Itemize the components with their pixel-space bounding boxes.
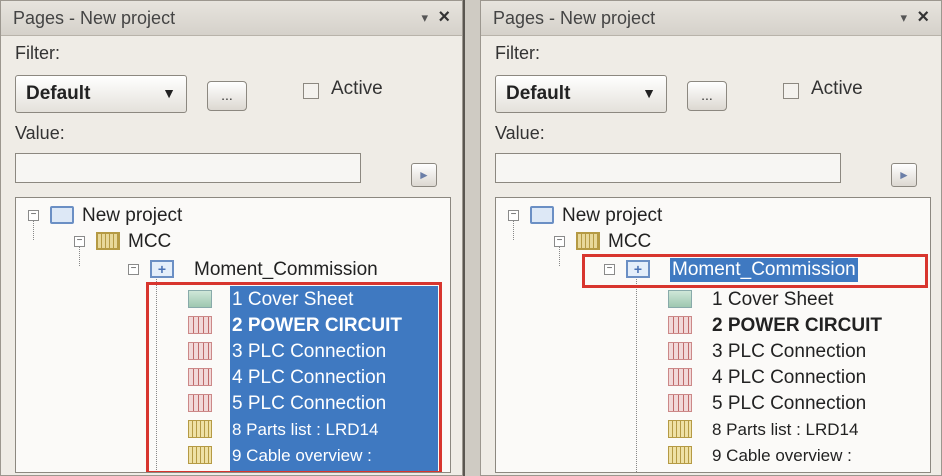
folder-icon [576, 232, 600, 250]
filter-select[interactable]: Default ▼ [495, 75, 667, 113]
pages-tree: − New project − MCC − + Moment_Commissio… [15, 197, 451, 473]
tree-node-folder[interactable]: − MCC [496, 230, 926, 256]
collapse-icon[interactable]: − [554, 236, 565, 247]
tree-node-label: MCC [128, 231, 172, 252]
active-checkbox[interactable] [783, 83, 799, 99]
folder-icon [96, 232, 120, 250]
pages-panel-right: Pages - New project ▾ × Filter: Default … [480, 0, 942, 476]
active-checkbox[interactable] [303, 83, 319, 99]
close-icon[interactable]: × [438, 6, 450, 29]
pin-dropdown-icon[interactable]: ▾ [421, 10, 428, 26]
filter-select-value: Default [26, 83, 91, 104]
value-label: Value: [495, 123, 545, 143]
panel-titlebar[interactable]: Pages - New project ▾ × [481, 1, 941, 36]
tree-node-label: MCC [608, 231, 652, 252]
collapse-icon[interactable]: − [128, 264, 139, 275]
panel-splitter[interactable] [463, 0, 480, 476]
tree-page-9[interactable]: 9 Cable overview : [496, 444, 926, 470]
panel-titlebar[interactable]: Pages - New project ▾ × [1, 1, 462, 36]
parts-list-icon [668, 420, 692, 438]
value-input[interactable] [495, 153, 841, 183]
tree-page-3[interactable]: 3 PLC Connection [496, 340, 926, 366]
tree-page-2[interactable]: 2 POWER CIRCUIT [496, 314, 926, 340]
filter-browse-button[interactable]: ... [207, 81, 247, 111]
tree-page-8[interactable]: 8 Parts list : LRD14 [496, 418, 926, 444]
page-label: 5 PLC Connection [712, 393, 867, 414]
value-label: Value: [15, 123, 65, 143]
cover-sheet-icon [668, 290, 692, 308]
chevron-down-icon: ▼ [162, 85, 176, 101]
collapse-icon[interactable]: − [28, 210, 39, 221]
page-label: 4 PLC Connection [712, 367, 867, 388]
value-input[interactable] [15, 153, 361, 183]
structure-icon: + [150, 260, 174, 278]
filter-browse-button[interactable]: ... [687, 81, 727, 111]
tree-node-folder[interactable]: − MCC [16, 230, 446, 256]
filter-label: Filter: [495, 43, 540, 63]
active-checkbox-label: Active [331, 78, 383, 99]
cable-overview-icon [668, 446, 692, 464]
page-label: 3 PLC Connection [712, 341, 867, 362]
panel-title: Pages - New project [493, 8, 656, 28]
tree-node-structure[interactable]: − + Moment_Commission [16, 258, 446, 284]
apply-filter-button[interactable]: ► [891, 163, 917, 187]
highlight-box [146, 282, 442, 472]
schematic-page-icon [668, 368, 692, 386]
tree-node-project[interactable]: − New project [16, 204, 446, 230]
collapse-icon[interactable]: − [508, 210, 519, 221]
tree-node-label: Moment_Commission [194, 259, 378, 280]
page-label: 1 Cover Sheet [712, 289, 834, 310]
schematic-page-icon [668, 342, 692, 360]
highlight-box [582, 254, 928, 288]
project-icon [50, 206, 74, 224]
apply-filter-button[interactable]: ► [411, 163, 437, 187]
close-icon[interactable]: × [917, 6, 929, 29]
filter-select[interactable]: Default ▼ [15, 75, 187, 113]
page-label: 2 POWER CIRCUIT [712, 315, 882, 336]
tree-page-4[interactable]: 4 PLC Connection [496, 366, 926, 392]
filter-select-value: Default [506, 83, 571, 104]
page-label: 8 Parts list : LRD14 [712, 420, 859, 439]
panel-title: Pages - New project [13, 8, 176, 28]
chevron-down-icon: ▼ [642, 85, 656, 101]
page-label: 9 Cable overview : [712, 446, 852, 465]
filter-label: Filter: [15, 43, 60, 63]
tree-page-1[interactable]: 1 Cover Sheet [496, 288, 926, 314]
project-icon [530, 206, 554, 224]
tree-node-label: New project [562, 205, 663, 226]
tree-node-label: New project [82, 205, 183, 226]
pin-dropdown-icon[interactable]: ▾ [900, 10, 907, 26]
active-checkbox-label: Active [811, 78, 863, 99]
schematic-page-icon [668, 394, 692, 412]
collapse-icon[interactable]: − [74, 236, 85, 247]
pages-tree: − New project − MCC − + Moment_Commissio… [495, 197, 931, 473]
tree-node-project[interactable]: − New project [496, 204, 926, 230]
schematic-page-icon [668, 316, 692, 334]
pages-panel-left: Pages - New project ▾ × Filter: Default … [0, 0, 463, 476]
tree-page-5[interactable]: 5 PLC Connection [496, 392, 926, 418]
